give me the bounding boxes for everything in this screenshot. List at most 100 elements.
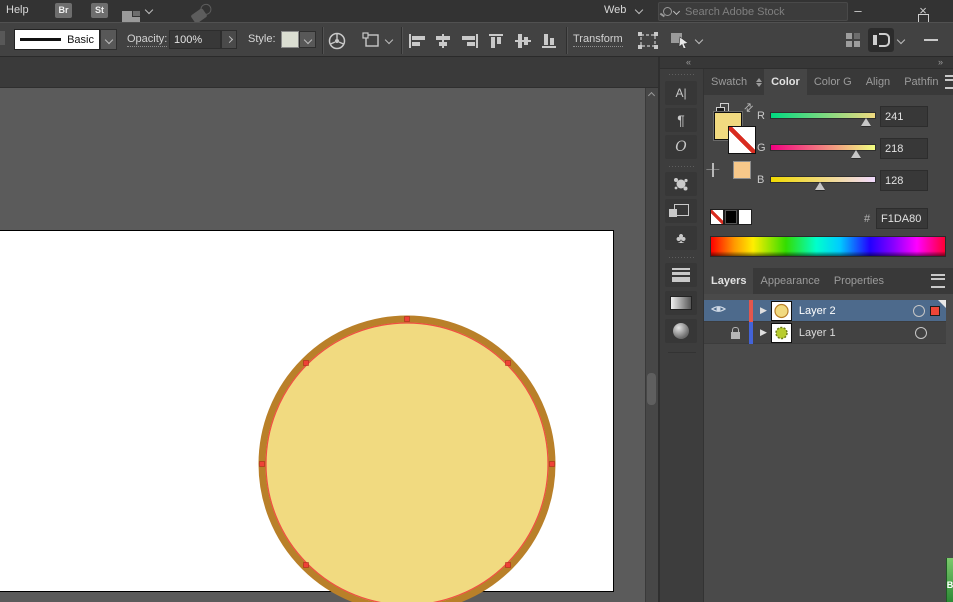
document-layout-button[interactable] — [868, 28, 894, 52]
stroke-style-chevron[interactable] — [100, 29, 117, 50]
chevron-down-icon[interactable] — [144, 5, 154, 15]
expand-panels-icon[interactable]: » — [938, 57, 943, 67]
transparency-panel-icon[interactable] — [665, 319, 697, 343]
slider-handle-g[interactable] — [851, 150, 861, 158]
web-color-warning-icon[interactable] — [712, 163, 714, 177]
style-chevron[interactable] — [299, 31, 316, 48]
target-circle-icon[interactable] — [915, 326, 927, 339]
white-swatch[interactable] — [738, 209, 752, 225]
adobe-stock-search[interactable] — [658, 2, 848, 21]
style-label: Style: — [248, 33, 276, 45]
graphic-style-swatch[interactable] — [281, 31, 299, 48]
hex-field[interactable] — [876, 208, 928, 229]
value-field-b[interactable] — [880, 170, 928, 191]
layer-name[interactable]: Layer 1 — [799, 327, 915, 339]
chevron-down-icon — [672, 7, 681, 16]
pathfinder-panel-icon[interactable] — [665, 199, 697, 223]
character-panel-icon[interactable]: A| — [665, 81, 697, 105]
gripper[interactable] — [668, 256, 696, 260]
value-field-g[interactable] — [880, 138, 928, 159]
clipped-control — [0, 31, 5, 45]
stock-button[interactable]: St — [91, 3, 108, 18]
menu-help[interactable]: Help — [6, 4, 29, 16]
tab-appearance[interactable]: Appearance — [753, 268, 826, 294]
divider — [322, 27, 324, 54]
current-layer-indicator-icon — [938, 300, 946, 308]
tab-color-guide[interactable]: Color G — [807, 69, 859, 95]
control-bar: Basic Opacity: Style: — [0, 22, 953, 57]
bounding-box-icon[interactable] — [638, 32, 658, 49]
black-swatch[interactable] — [724, 209, 738, 225]
slider-handle-r[interactable] — [861, 118, 871, 126]
panel-icon-strip: A| ¶ O ♣ — [660, 69, 704, 602]
search-input[interactable] — [683, 4, 843, 19]
arrange-documents-icon[interactable] — [122, 10, 140, 22]
artwork-layer — [258, 315, 556, 602]
brushes-panel-icon[interactable] — [665, 172, 697, 196]
closest-web-color-swatch[interactable] — [733, 161, 751, 179]
layers-panel-menu-icon[interactable] — [931, 268, 953, 294]
arrange-documents-icon[interactable] — [846, 33, 860, 47]
gripper[interactable] — [668, 165, 696, 169]
tab-pathfinder[interactable]: Pathfin — [897, 69, 945, 95]
stroke-proxy-swatch[interactable] — [728, 126, 756, 154]
color-panel-menu-icon[interactable] — [945, 69, 953, 95]
slider-label-r: R — [757, 110, 765, 122]
none-swatch[interactable] — [710, 209, 724, 225]
chevron-down-icon[interactable] — [384, 35, 394, 45]
color-spectrum-bar[interactable] — [710, 236, 946, 257]
slider-label-g: G — [757, 142, 766, 154]
paragraph-panel-icon[interactable]: ¶ — [665, 108, 697, 132]
stroke-style-dropdown[interactable]: Basic — [14, 29, 100, 50]
target-circle-icon[interactable] — [913, 304, 925, 317]
close-button[interactable]: × — [913, 1, 933, 21]
layer-color-bar — [749, 299, 753, 322]
workspace-switcher[interactable]: Web — [604, 4, 626, 16]
symbols-panel-icon[interactable]: ♣ — [665, 226, 697, 250]
gripper[interactable] — [668, 73, 696, 77]
tab-properties[interactable]: Properties — [827, 268, 891, 294]
opacity-label[interactable]: Opacity: — [127, 33, 168, 47]
gradient-panel-icon[interactable] — [665, 291, 697, 315]
chevron-down-icon[interactable] — [694, 35, 704, 45]
peeking-window-badge[interactable]: B — [946, 558, 953, 602]
layer-thumbnail[interactable] — [770, 300, 792, 321]
opacity-expand-button[interactable] — [221, 30, 237, 49]
collapse-panels-icon[interactable]: « — [686, 57, 691, 67]
vertical-scrollbar[interactable] — [645, 88, 658, 602]
layer-name[interactable]: Layer 2 — [799, 305, 913, 317]
shape-properties-icon[interactable] — [362, 32, 382, 49]
tab-align[interactable]: Align — [859, 69, 897, 95]
minimize-button[interactable]: – — [848, 1, 868, 21]
expand-chevron-icon[interactable]: ▶ — [760, 305, 767, 316]
bridge-button[interactable]: Br — [55, 3, 72, 18]
scroll-up-icon[interactable] — [647, 91, 656, 100]
layer-row-layer2[interactable]: ▶ Layer 2 — [704, 299, 946, 322]
search-icon — [663, 7, 672, 16]
chevron-down-icon[interactable] — [634, 5, 644, 15]
color-panel-tabbar: Swatch Color Color G Align Pathfin — [704, 69, 953, 95]
visibility-eye-icon[interactable] — [710, 304, 727, 317]
tab-swatches[interactable]: Swatch — [704, 69, 754, 95]
layer-thumbnail[interactable] — [770, 322, 792, 343]
value-field-r[interactable] — [880, 106, 928, 127]
layer-row-layer1[interactable]: ▶ Layer 1 — [704, 321, 946, 344]
expand-chevron-icon[interactable]: ▶ — [760, 327, 767, 338]
chevron-down-icon[interactable] — [896, 35, 906, 45]
lock-icon[interactable] — [727, 326, 743, 339]
opacity-field[interactable] — [169, 30, 221, 49]
tab-layers[interactable]: Layers — [704, 268, 754, 294]
transform-link[interactable]: Transform — [573, 33, 623, 47]
select-similar-icon[interactable] — [670, 32, 692, 49]
opentype-panel-icon[interactable]: O — [665, 135, 697, 159]
scrollbar-thumb[interactable] — [647, 373, 656, 405]
canvas[interactable] — [0, 88, 658, 602]
tab-color[interactable]: Color — [764, 69, 807, 95]
slider-label-b: B — [757, 174, 765, 186]
stroke-panel-icon[interactable] — [665, 263, 697, 287]
recolor-artwork-icon[interactable] — [328, 32, 346, 50]
divider — [566, 27, 568, 54]
panel-cycle-icon[interactable] — [754, 69, 764, 95]
slider-handle-b[interactable] — [815, 182, 825, 190]
stroke-preview-icon — [20, 38, 62, 41]
